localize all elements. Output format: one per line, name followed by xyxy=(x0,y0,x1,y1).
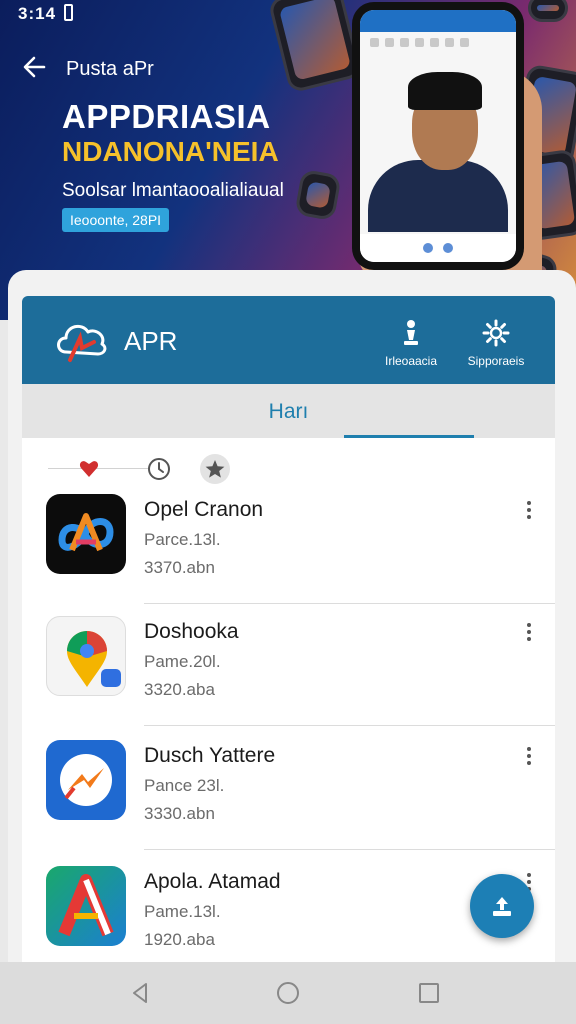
status-time: 3:14 xyxy=(18,4,57,23)
map-pin-icon xyxy=(46,616,126,696)
nav-back-icon[interactable] xyxy=(128,980,154,1006)
heart-icon xyxy=(79,461,99,477)
app-title: Apola. Atamad xyxy=(144,870,281,893)
gear-icon xyxy=(482,319,510,347)
letter-a-icon xyxy=(46,866,126,946)
list-item[interactable]: Dusch Yattere Pance 23l. 3330.abn xyxy=(22,726,555,850)
app-meta: Pame.20l. xyxy=(144,652,221,671)
banner-subtitle: NDANONA'NEIA xyxy=(62,136,279,167)
star-icon xyxy=(205,460,225,478)
person-photo xyxy=(368,68,508,232)
battery-icon xyxy=(64,4,73,21)
banner-tagline: Soolsar lmantaooalialiaual xyxy=(62,180,284,201)
app-title: Doshooka xyxy=(144,620,239,643)
app-meta: 3320.aba xyxy=(144,680,215,699)
phone-illustration xyxy=(352,2,524,270)
phone-screen xyxy=(360,10,516,262)
app-title: Dusch Yattere xyxy=(144,744,276,767)
nav-recents-icon[interactable] xyxy=(416,980,442,1006)
app-meta: Pance 23l. xyxy=(144,776,225,795)
messenger-bolt-icon xyxy=(46,740,126,820)
banner-title: APPDRIASIA xyxy=(62,98,271,135)
banner-pill: Ieooonte, 28PI xyxy=(62,208,170,232)
phone-icon-row xyxy=(360,32,516,53)
header-button-left-label: Irleoaacia xyxy=(384,354,438,368)
upload-fab-button[interactable] xyxy=(470,874,534,938)
upload-icon xyxy=(493,897,511,916)
system-nav-bar xyxy=(0,962,576,1024)
more-options-icon[interactable] xyxy=(521,620,537,646)
header-button-left[interactable]: Irleoaacia xyxy=(371,318,451,368)
list-item[interactable]: Opel Cranon Parce.13l. 3370.abn xyxy=(22,480,555,604)
back-arrow-icon[interactable] xyxy=(22,54,48,80)
infinity-logo-icon xyxy=(46,494,126,574)
tab-bar: Harı xyxy=(22,384,555,438)
header-button-right[interactable]: Sipporaeis xyxy=(456,318,536,368)
divider xyxy=(144,849,555,850)
app-meta: 3370.abn xyxy=(144,558,215,577)
chess-piece-icon xyxy=(404,320,418,345)
tab-active[interactable]: Harı xyxy=(22,400,555,424)
app-meta: 1920.aba xyxy=(144,930,215,949)
banner-nav-title: Pusta aPr xyxy=(66,58,154,80)
phone-topbar xyxy=(360,10,516,32)
app-meta: Parce.13l. xyxy=(144,530,221,549)
app-header: APR Irleoaacia Sipporaeis xyxy=(22,296,555,384)
app-name: APR xyxy=(124,326,178,356)
app-meta: Pame.13l. xyxy=(144,902,221,921)
cloud-logo-icon xyxy=(57,324,107,362)
header-button-right-label: Sipporaeis xyxy=(467,354,525,368)
app-title: Opel Cranon xyxy=(144,498,264,521)
app-meta: 3330.abn xyxy=(144,804,215,823)
list-item[interactable]: Doshooka Pame.20l. 3320.aba xyxy=(22,602,555,726)
phone-bottom-bar xyxy=(360,234,516,262)
decorative-phone xyxy=(294,168,342,222)
more-options-icon[interactable] xyxy=(521,498,537,524)
nav-home-icon[interactable] xyxy=(275,980,301,1006)
decorative-phone xyxy=(528,0,568,22)
decorative-phone xyxy=(267,0,363,94)
more-options-icon[interactable] xyxy=(521,744,537,770)
clock-icon xyxy=(148,458,170,480)
